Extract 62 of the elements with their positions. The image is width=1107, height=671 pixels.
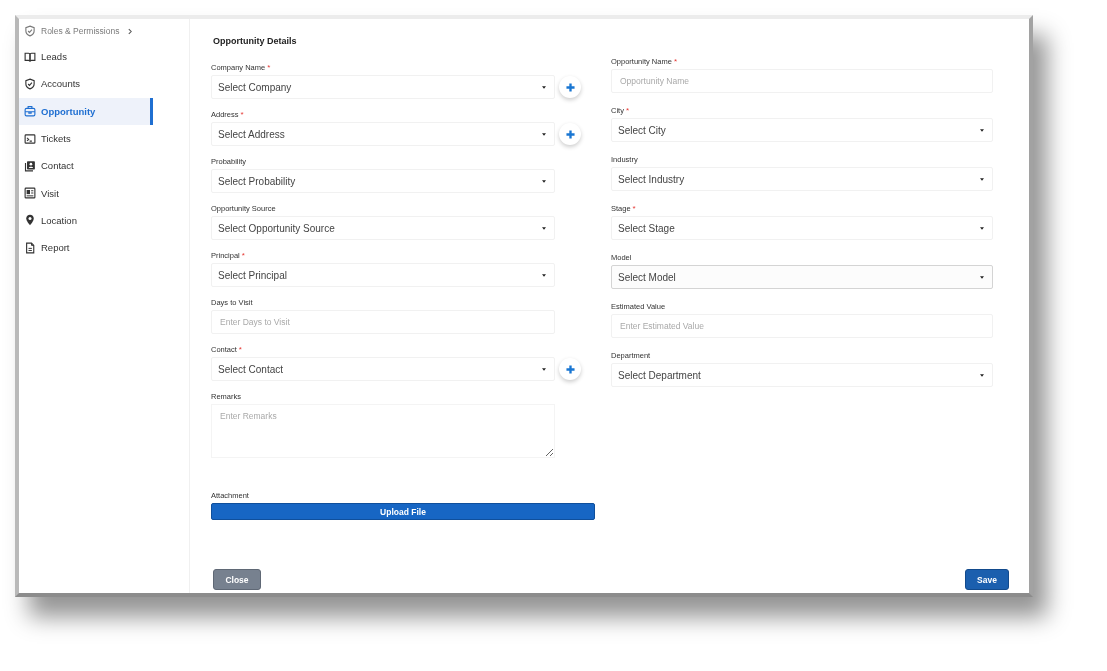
briefcase-icon <box>24 105 36 118</box>
save-button[interactable]: Save <box>965 569 1009 590</box>
required-mark: * <box>673 56 677 67</box>
select-dropdown[interactable]: Select Opportunity Source <box>211 216 555 240</box>
required-mark: * <box>632 203 636 214</box>
select-dropdown[interactable]: Select Contact <box>211 357 555 381</box>
add-button[interactable] <box>559 123 581 145</box>
document-icon <box>24 241 36 254</box>
id-card-icon <box>24 187 36 200</box>
caret-icon <box>542 273 546 277</box>
nav-item[interactable]: Tickets <box>19 124 153 153</box>
plus-icon <box>565 364 575 374</box>
nav-item[interactable]: Opportunity <box>19 97 153 125</box>
shield-check-icon <box>24 77 36 90</box>
nav-item[interactable]: Roles & Permissions <box>19 19 153 43</box>
caret-icon <box>980 128 984 132</box>
nav-item[interactable]: Accounts <box>19 70 153 98</box>
select-dropdown[interactable]: Select Address <box>211 122 555 146</box>
caret-icon <box>542 367 546 371</box>
required-mark: * <box>240 109 244 120</box>
nav-item[interactable]: Leads <box>19 43 153 71</box>
required-mark: * <box>625 105 630 116</box>
required-mark: * <box>267 62 271 73</box>
close-button[interactable]: Close <box>213 569 261 590</box>
add-button[interactable] <box>559 76 581 98</box>
section-title: Opportunity Details <box>213 35 298 47</box>
upload-button[interactable]: Upload File <box>211 503 595 520</box>
nav-item[interactable]: Visit <box>19 179 153 207</box>
caret-icon <box>542 132 546 136</box>
add-button[interactable] <box>559 358 581 380</box>
nav-item[interactable]: Contact <box>19 152 153 180</box>
book-icon <box>24 50 36 63</box>
caret-icon <box>980 275 984 279</box>
caret-icon <box>542 179 546 183</box>
caret-icon <box>980 177 984 181</box>
chevron-icon <box>128 27 133 35</box>
select-dropdown[interactable]: Select Stage <box>611 216 993 240</box>
select-dropdown[interactable]: Select Company <box>211 75 555 99</box>
shield-check-icon <box>24 25 36 37</box>
map-pin-icon <box>24 214 36 227</box>
required-mark: * <box>238 344 242 355</box>
nav-item[interactable]: Report <box>19 234 153 262</box>
text-input[interactable]: Enter Estimated Value <box>611 314 993 338</box>
text-input[interactable]: Opportunity Name <box>611 69 993 93</box>
contact-book-icon <box>24 159 36 172</box>
plus-icon <box>565 129 575 139</box>
select-dropdown[interactable]: Select Industry <box>611 167 993 191</box>
nav-item[interactable]: Location <box>19 206 153 235</box>
caret-icon <box>542 85 546 89</box>
caret-icon <box>980 226 984 230</box>
required-mark: * <box>241 250 245 261</box>
textarea-field[interactable]: Enter Remarks <box>211 404 555 458</box>
select-dropdown[interactable]: Select Model <box>611 265 993 289</box>
terminal-icon <box>24 132 36 145</box>
select-dropdown[interactable]: Select Probability <box>211 169 555 193</box>
caret-icon <box>542 226 546 230</box>
select-dropdown[interactable]: Select Department <box>611 363 993 387</box>
text-input[interactable]: Enter Days to Visit <box>211 310 555 334</box>
caret-icon <box>980 373 984 377</box>
select-dropdown[interactable]: Select City <box>611 118 993 142</box>
plus-icon <box>565 82 575 92</box>
select-dropdown[interactable]: Select Principal <box>211 263 555 287</box>
